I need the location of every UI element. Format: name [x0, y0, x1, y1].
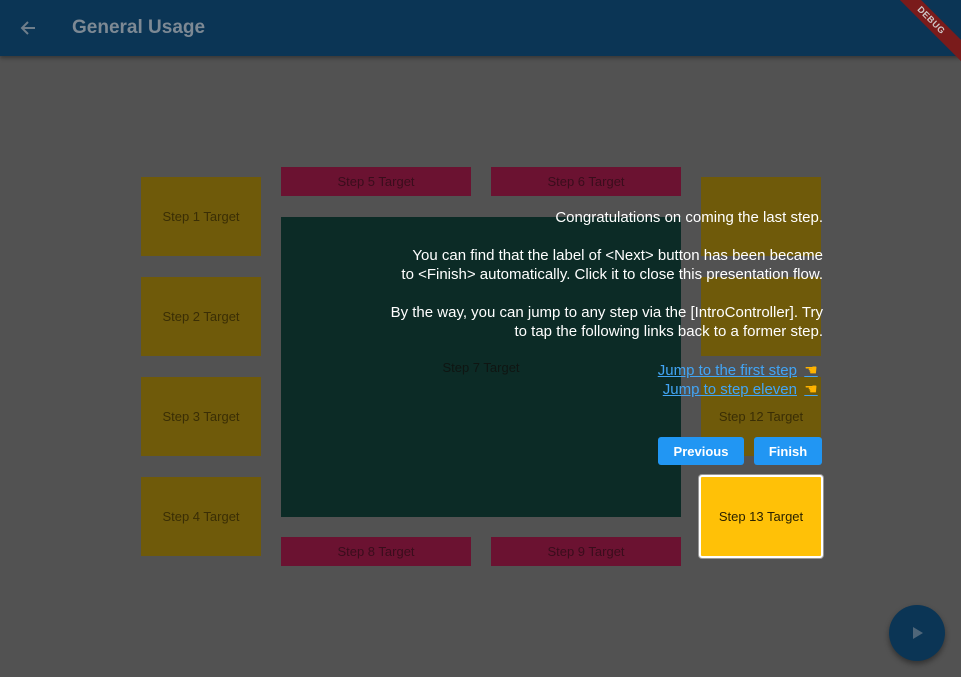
pointing-hand-icon: ☚: [804, 362, 818, 379]
step-12-label: Step 12 Target: [718, 409, 804, 424]
tooltip-line-5: to tap the following links back to a for…: [514, 323, 824, 340]
step-3-target: Step 3 Target: [141, 377, 261, 456]
intro-tooltip: Congratulations on coming the last step.…: [343, 208, 823, 341]
step-8-target: Step 8 Target: [281, 537, 471, 566]
pointing-hand-icon: ☚: [804, 381, 818, 398]
finish-button[interactable]: Finish: [754, 437, 822, 465]
step-8-label: Step 8 Target: [337, 544, 415, 559]
page-title: General Usage: [72, 17, 206, 38]
step-9-label: Step 9 Target: [547, 544, 625, 559]
step-6-label: Step 6 Target: [547, 174, 625, 189]
tooltip-line-4: By the way, you can jump to any step via…: [390, 304, 823, 321]
step-1-target: Step 1 Target: [141, 177, 261, 256]
step-2-target: Step 2 Target: [141, 277, 261, 356]
play-icon: [913, 627, 923, 639]
back-button[interactable]: [12, 12, 44, 44]
previous-button[interactable]: Previous: [658, 437, 744, 465]
step-5-target: Step 5 Target: [281, 167, 471, 196]
jump-first-step-link[interactable]: Jump to the first step ☚: [657, 361, 821, 380]
jump-first-step-label: Jump to the first step: [657, 361, 797, 379]
step-13-target-highlight: Step 13 Target: [699, 475, 823, 558]
step-2-label: Step 2 Target: [162, 309, 240, 324]
jump-step-eleven-label: Jump to step eleven: [662, 380, 797, 398]
start-intro-fab[interactable]: [889, 605, 945, 661]
app-bar: General Usage: [0, 0, 961, 56]
step-13-label: Step 13 Target: [718, 509, 804, 524]
jump-step-eleven-link[interactable]: Jump to step eleven ☚: [662, 380, 821, 399]
step-1-label: Step 1 Target: [162, 209, 240, 224]
step-6-target: Step 6 Target: [491, 167, 681, 196]
tooltip-line-3: to <Finish> automatically. Click it to c…: [401, 266, 823, 283]
arrow-back-icon: [20, 21, 35, 35]
step-3-label: Step 3 Target: [162, 409, 240, 424]
step-9-target: Step 9 Target: [491, 537, 681, 566]
step-4-label: Step 4 Target: [162, 509, 240, 524]
step-5-label: Step 5 Target: [337, 174, 415, 189]
step-7-label: Step 7 Target: [442, 359, 520, 375]
step-4-target: Step 4 Target: [141, 477, 261, 556]
tooltip-line-1: Congratulations on coming the last step.: [555, 209, 823, 226]
tooltip-line-2: You can find that the label of <Next> bu…: [412, 247, 823, 264]
